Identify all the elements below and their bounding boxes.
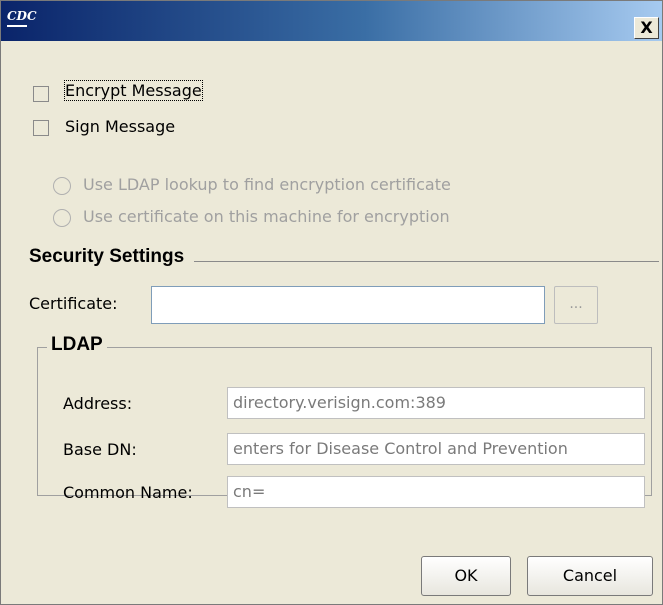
certificate-input[interactable] — [151, 286, 545, 324]
browse-button[interactable]: ... — [554, 286, 598, 324]
sign-message-checkbox[interactable] — [33, 120, 49, 136]
security-settings-title: Security Settings — [29, 246, 195, 268]
local-certificate-radio[interactable] — [53, 209, 71, 227]
ldap-lookup-label: Use LDAP lookup to find encryption certi… — [83, 175, 451, 194]
sign-message-label[interactable]: Sign Message — [65, 117, 175, 136]
ldap-group — [37, 347, 652, 496]
ok-button[interactable]: OK — [421, 556, 511, 596]
common-name-label: Common Name: — [63, 483, 193, 502]
base-dn-label: Base DN: — [63, 440, 137, 459]
local-certificate-label: Use certificate on this machine for encr… — [83, 207, 450, 226]
title-bar[interactable]: CDC X — [1, 1, 662, 41]
certificate-label: Certificate: — [29, 294, 118, 313]
common-name-input[interactable]: cn= — [227, 476, 645, 508]
address-input[interactable]: directory.verisign.com:389 — [227, 387, 645, 419]
logo-text: CDC — [7, 9, 37, 23]
close-button[interactable]: X — [634, 17, 659, 39]
cdc-logo-icon: CDC — [7, 9, 37, 31]
encrypt-message-label[interactable]: Encrypt Message — [64, 80, 203, 101]
encrypt-message-checkbox[interactable] — [33, 86, 49, 102]
address-label: Address: — [63, 394, 133, 413]
base-dn-input[interactable]: enters for Disease Control and Preventio… — [227, 433, 645, 465]
ldap-lookup-radio[interactable] — [53, 177, 71, 195]
cancel-button[interactable]: Cancel — [527, 556, 653, 596]
ldap-group-title: LDAP — [47, 334, 107, 356]
dialog-window: CDC X Encrypt Message Sign Message Use L… — [0, 0, 663, 605]
